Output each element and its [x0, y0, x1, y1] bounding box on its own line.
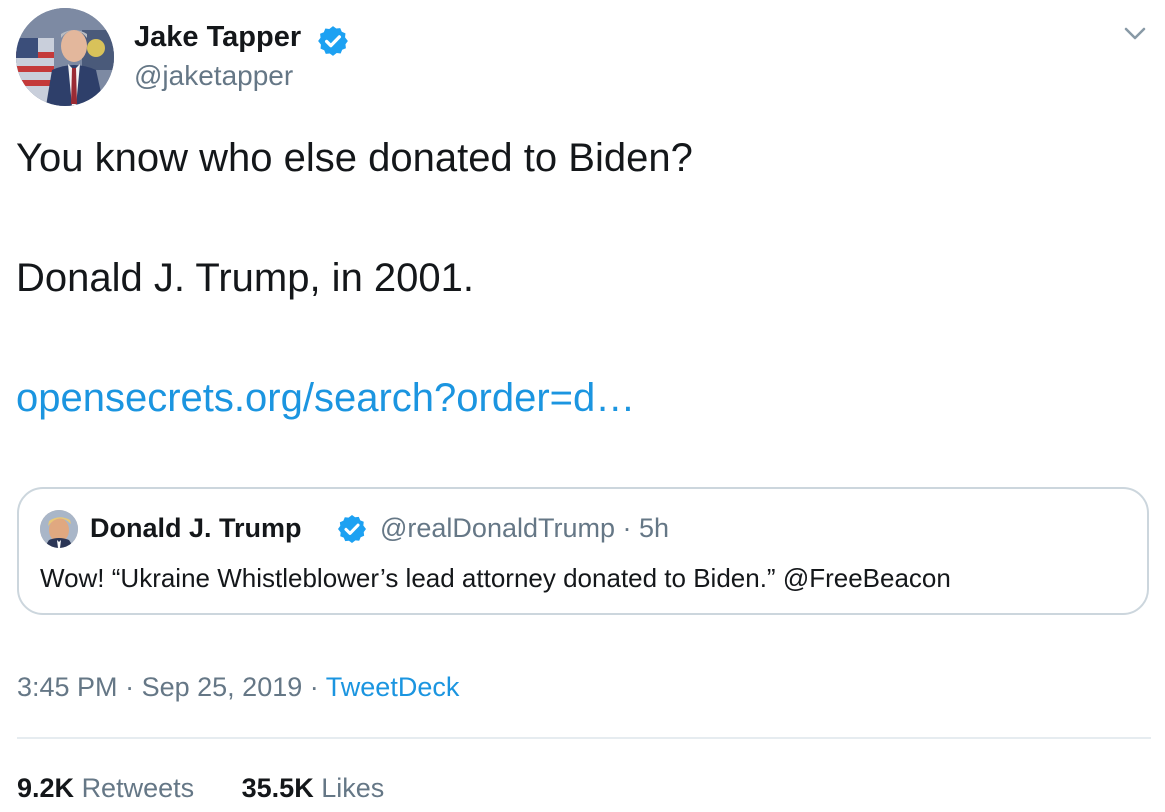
- author-handle[interactable]: @jaketapper: [134, 58, 293, 94]
- tweet-card: Jake Tapper @jaketapper You know who els…: [0, 0, 1165, 812]
- chevron-down-icon[interactable]: [1118, 20, 1152, 48]
- likes-count: 35.5K: [241, 773, 314, 803]
- divider: [17, 737, 1151, 739]
- tweet-stats: 9.2K Retweets 35.5K Likes: [17, 770, 384, 806]
- tweet-date[interactable]: Sep 25, 2019: [142, 672, 303, 702]
- quoted-author-avatar[interactable]: [40, 510, 78, 548]
- likes-stat[interactable]: 35.5K Likes: [242, 770, 385, 806]
- likes-label: Likes: [321, 773, 385, 803]
- tweet-link[interactable]: opensecrets.org/search?order=d…: [16, 372, 635, 424]
- tweet-timestamp-row: 3:45 PM · Sep 25, 2019 · TweetDeck: [17, 669, 459, 705]
- verified-badge-icon: [338, 515, 366, 543]
- avatar-photo: [16, 8, 114, 106]
- tweet-source-link[interactable]: TweetDeck: [326, 672, 460, 702]
- quoted-author-name[interactable]: Donald J. Trump: [90, 511, 302, 545]
- quoted-tweet[interactable]: Donald J. Trump @realDonaldTrump · 5h Wo…: [17, 487, 1149, 615]
- quoted-tweet-text: Wow! “Ukraine Whistleblower’s lead attor…: [40, 563, 951, 593]
- tweet-text-line-1: You know who else donated to Biden?: [16, 136, 693, 180]
- meta-separator: ·: [309, 672, 319, 702]
- quoted-meta: @realDonaldTrump · 5h: [380, 511, 669, 545]
- quoted-avatar-photo: [40, 510, 78, 548]
- retweets-count: 9.2K: [17, 773, 75, 803]
- tweet-time[interactable]: 3:45 PM: [17, 672, 118, 702]
- quoted-tweet-age[interactable]: 5h: [639, 513, 669, 543]
- author-avatar[interactable]: [16, 8, 114, 106]
- verified-badge-icon: [318, 26, 348, 56]
- author-name[interactable]: Jake Tapper: [134, 18, 301, 56]
- retweets-label: Retweets: [81, 773, 195, 803]
- tweet-text-line-2: Donald J. Trump, in 2001.: [16, 256, 475, 300]
- meta-separator: ·: [125, 672, 135, 702]
- retweets-stat[interactable]: 9.2K Retweets: [17, 770, 194, 806]
- quoted-author-handle[interactable]: @realDonaldTrump: [380, 513, 615, 543]
- meta-separator: ·: [622, 513, 632, 543]
